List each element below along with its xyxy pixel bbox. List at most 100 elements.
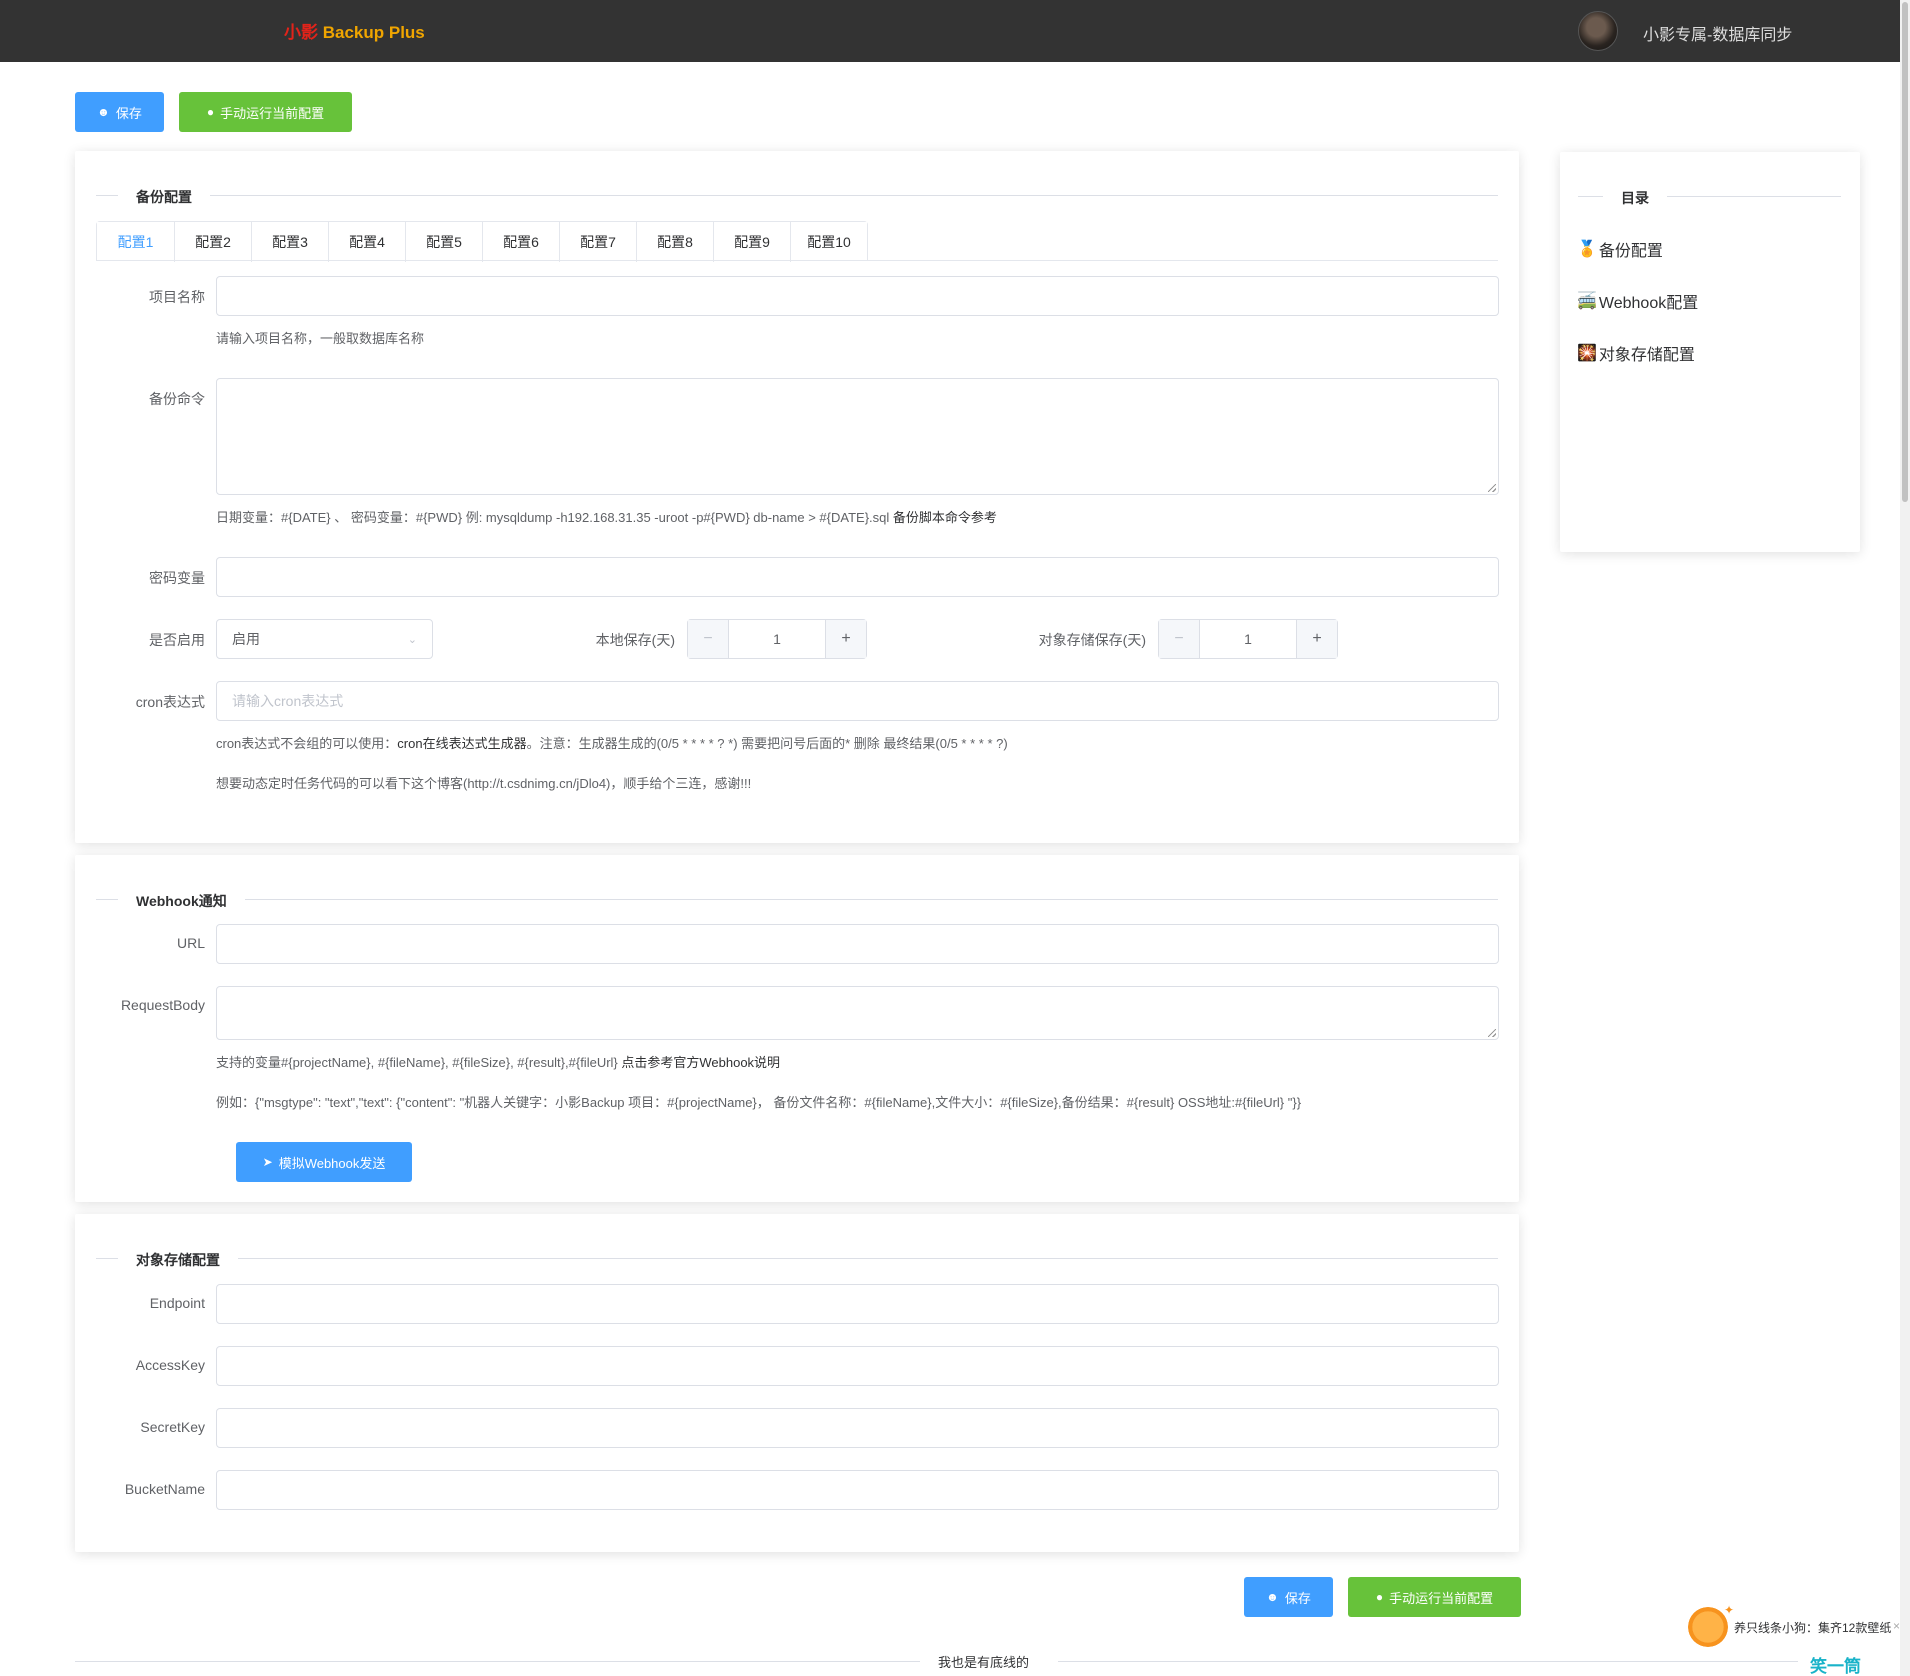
run-label: 手动运行当前配置 <box>1389 1590 1494 1606</box>
tab-config-4[interactable]: 配置4 <box>328 222 405 262</box>
avatar[interactable] <box>1578 11 1618 51</box>
toc-item-webhook[interactable]: 🚎 Webhook配置 <box>1577 289 1698 313</box>
tab-config-7[interactable]: 配置7 <box>559 222 636 262</box>
bucket-label: BucketName <box>124 1481 205 1497</box>
cron-generator-link[interactable]: cron在线表达式生成器 <box>397 736 526 751</box>
tab-config-1[interactable]: 配置1 <box>97 222 174 262</box>
user-icon: ☻ <box>1266 1590 1279 1604</box>
password-var-label: 密码变量 <box>149 570 205 586</box>
run-label: 手动运行当前配置 <box>220 105 325 121</box>
save-label: 保存 <box>1284 1590 1311 1606</box>
enabled-select[interactable]: 启用 ⌄ <box>216 619 433 659</box>
cron-input[interactable]: 请输入cron表达式 <box>216 681 1499 721</box>
oss-keep-value[interactable]: 1 <box>1200 620 1296 658</box>
enabled-label: 是否启用 <box>149 632 205 648</box>
toc-item-label: Webhook配置 <box>1598 295 1699 312</box>
run-button-bottom[interactable]: ● 手动运行当前配置 <box>1348 1577 1521 1617</box>
save-button-bottom[interactable]: ☻ 保存 <box>1244 1577 1333 1617</box>
endpoint-input[interactable] <box>216 1284 1499 1324</box>
toc-item-label: 对象存储配置 <box>1598 347 1695 364</box>
request-body-label: RequestBody <box>120 997 205 1013</box>
footer-text: 我也是有底线的 <box>938 1655 1030 1670</box>
oss-keep-stepper[interactable]: − 1 + <box>1158 619 1338 659</box>
simulate-webhook-label: 模拟Webhook发送 <box>278 1155 386 1171</box>
scrollbar-thumb[interactable] <box>1902 2 1908 502</box>
toc-item-backup[interactable]: 🏅 备份配置 <box>1577 237 1663 261</box>
section-title-oss: 对象存储配置 <box>118 1250 238 1270</box>
webhook-url-input[interactable] <box>216 924 1499 964</box>
divider <box>96 1258 1498 1259</box>
project-name-input[interactable] <box>216 276 1499 316</box>
accesskey-input[interactable] <box>216 1346 1499 1386</box>
simulate-webhook-button[interactable]: ➤ 模拟Webhook发送 <box>236 1142 412 1182</box>
bucket-input[interactable] <box>216 1470 1499 1510</box>
cron-help-prefix: cron表达式不会组的可以使用： <box>216 736 398 751</box>
password-var-input[interactable] <box>216 557 1499 597</box>
app-logo[interactable]: 小影 Backup Plus <box>284 18 425 43</box>
local-keep-value[interactable]: 1 <box>729 620 825 658</box>
tab-config-9[interactable]: 配置9 <box>713 222 790 262</box>
tab-config-3[interactable]: 配置3 <box>251 222 328 262</box>
tab-config-5[interactable]: 配置5 <box>405 222 482 262</box>
toc-item-oss[interactable]: 🎇 对象存储配置 <box>1577 341 1695 365</box>
sparkle-icon: ✦ <box>1724 1603 1735 1617</box>
page-scrollbar[interactable] <box>1900 0 1910 1676</box>
bulb-icon: ● <box>1375 1590 1384 1604</box>
medal-icon: 🏅 <box>1577 241 1597 258</box>
sun-mascot-icon: ✦ <box>1688 1603 1734 1647</box>
accesskey-label: AccessKey <box>135 1357 205 1373</box>
command-label: 备份命令 <box>149 391 205 407</box>
cron-help: cron表达式不会组的可以使用：cron在线表达式生成器。注意：生成器生成的(0… <box>216 733 1008 752</box>
tab-config-6[interactable]: 配置6 <box>482 222 559 262</box>
tab-config-2[interactable]: 配置2 <box>174 222 251 262</box>
dynamic-task-help: 想要动态定时任务代码的可以看下这个博客(http://t.csdnimg.cn/… <box>216 776 752 791</box>
cron-help-suffix: 。注意：生成器生成的(0/5 * * * * ? *) 需要把问号后面的* 删除… <box>526 736 1008 751</box>
endpoint-label: Endpoint <box>149 1295 205 1311</box>
tab-config-8[interactable]: 配置8 <box>636 222 713 262</box>
close-icon[interactable]: × <box>1893 1619 1900 1633</box>
top-header: 小影 Backup Plus 小影专属-数据库同步 <box>0 0 1900 62</box>
secretkey-label: SecretKey <box>140 1419 205 1435</box>
widget-text: 养只线条小狗：集齐12款壁纸 <box>1734 1620 1892 1635</box>
tabs-underline <box>96 260 1498 261</box>
local-keep-stepper[interactable]: − 1 + <box>687 619 867 659</box>
command-textarea[interactable] <box>216 378 1499 495</box>
sparkler-icon: 🎇 <box>1577 345 1597 362</box>
config-tabs: 配置1 配置2 配置3 配置4 配置5 配置6 配置7 配置8 配置9 配置10 <box>96 221 868 262</box>
run-button-top[interactable]: ● 手动运行当前配置 <box>179 92 352 132</box>
user-name[interactable]: 小影专属-数据库同步 <box>1643 21 1792 45</box>
logo-text-1: 小影 <box>284 23 318 42</box>
secretkey-input[interactable] <box>216 1408 1499 1448</box>
user-icon: ☻ <box>97 105 110 119</box>
webhook-example: 例如：{"msgtype": "text","text": {"content"… <box>216 1095 1302 1110</box>
cron-label: cron表达式 <box>135 694 205 710</box>
bulb-icon: ● <box>206 105 215 119</box>
logo-text-2: Backup Plus <box>318 23 425 42</box>
footer-divider-right <box>1058 1661 1798 1662</box>
tab-config-10[interactable]: 配置10 <box>790 222 867 262</box>
section-title-webhook: Webhook通知 <box>118 891 245 911</box>
footer-divider-left <box>75 1661 920 1662</box>
local-keep-label: 本地保存(天) <box>595 632 675 648</box>
minus-icon[interactable]: − <box>688 620 729 658</box>
divider <box>96 899 1498 900</box>
toc-title: 目录 <box>1603 188 1667 208</box>
trolleybus-icon: 🚎 <box>1577 293 1597 310</box>
floating-ad-widget[interactable]: ✦ 养只线条小狗：集齐12款壁纸 × <box>1688 1603 1900 1649</box>
url-label: URL <box>176 935 205 951</box>
project-name-help: 请输入项目名称，一般取数据库名称 <box>216 331 425 346</box>
request-body-textarea[interactable] <box>216 986 1499 1040</box>
toc-item-label: 备份配置 <box>1598 243 1663 260</box>
plus-icon[interactable]: + <box>1296 620 1337 658</box>
webhook-docs-link[interactable]: 点击参考官方Webhook说明 <box>621 1055 780 1070</box>
enabled-value: 启用 <box>232 631 260 647</box>
plus-icon[interactable]: + <box>825 620 866 658</box>
oss-keep-label: 对象存储保存(天) <box>1038 632 1146 648</box>
minus-icon[interactable]: − <box>1159 620 1200 658</box>
save-button-top[interactable]: ☻ 保存 <box>75 92 164 132</box>
section-title-backup: 备份配置 <box>118 187 210 207</box>
project-name-label: 项目名称 <box>149 289 205 305</box>
webhook-vars-text: 支持的变量#{projectName}, #{fileName}, #{file… <box>216 1055 622 1070</box>
command-reference-link[interactable]: 备份脚本命令参考 <box>893 510 997 525</box>
send-icon: ➤ <box>262 1155 273 1169</box>
